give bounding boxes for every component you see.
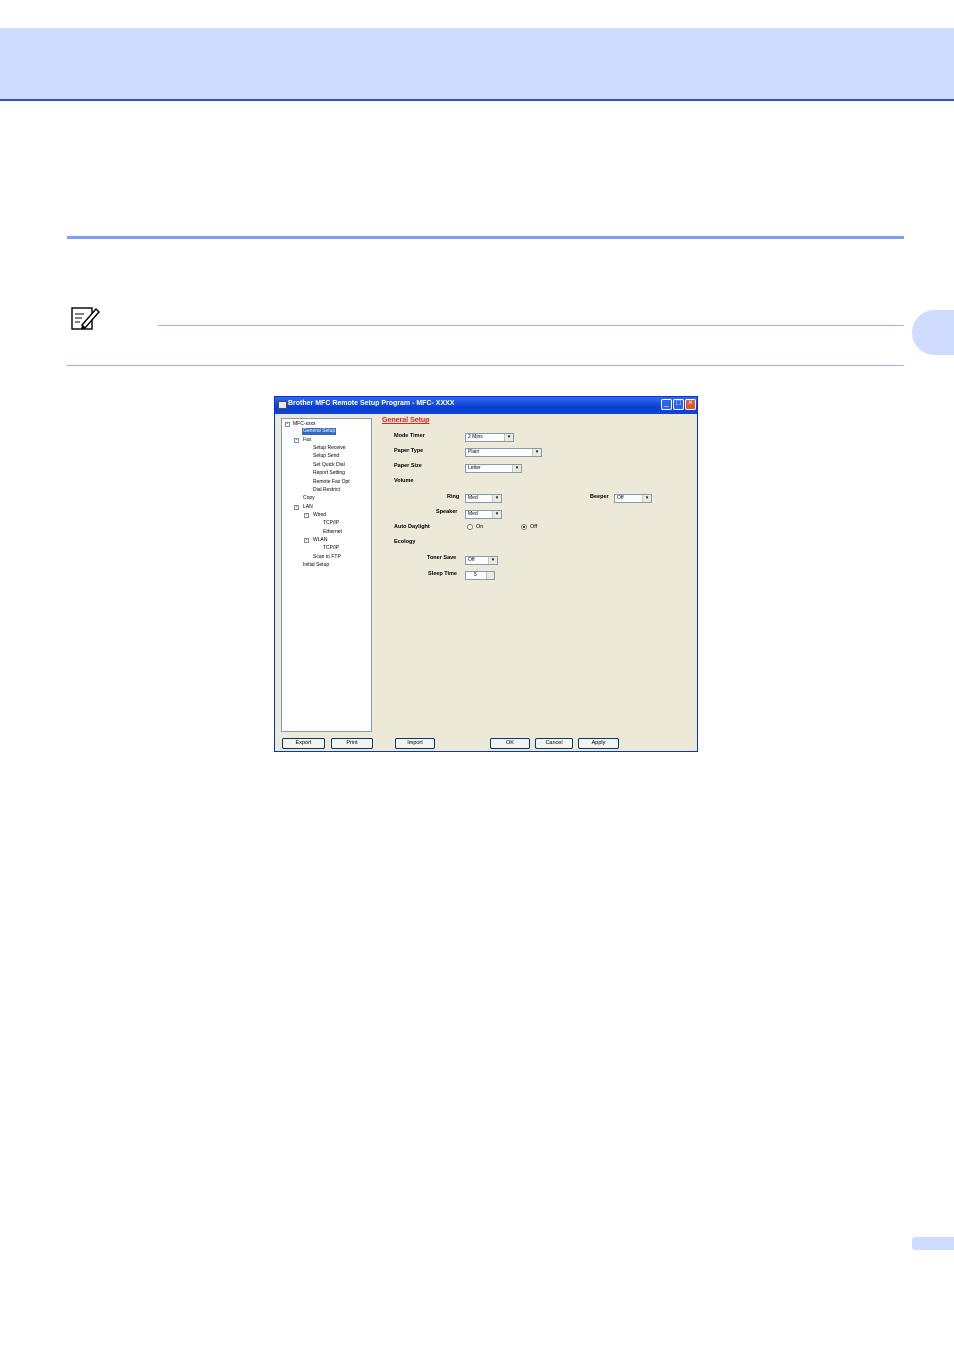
tree-item-copy[interactable]: Copy: [303, 495, 315, 502]
paper-size-label: Paper Size: [394, 463, 422, 469]
beeper-label: Beeper: [590, 494, 609, 500]
paper-type-select[interactable]: Plain ▾: [465, 448, 542, 457]
auto-daylight-label: Auto Daylight: [394, 524, 430, 530]
sleep-time-label: Sleep Time: [428, 571, 457, 577]
auto-daylight-off-radio[interactable]: [521, 524, 527, 530]
tree-item-mfc[interactable]: MFC-xxxx: [293, 421, 316, 428]
ring-volume-value: Med: [468, 495, 478, 501]
speaker-volume-value: Med: [468, 511, 478, 517]
minimize-button[interactable]: _: [661, 398, 672, 410]
tree-item-initial-setup[interactable]: Initial Setup: [303, 562, 329, 569]
toner-save-value: Off: [468, 557, 475, 563]
close-icon: ×: [688, 398, 693, 407]
tree-item-setup-receive[interactable]: Setup Receive: [313, 445, 346, 452]
chapter-tab: [912, 310, 954, 355]
chevron-down-icon: ▾: [488, 557, 497, 564]
toner-save-select[interactable]: Off ▾: [465, 556, 498, 565]
tree-item-set-quick-dial[interactable]: Set Quick Dial: [313, 462, 345, 469]
apply-button[interactable]: Apply: [578, 738, 619, 749]
collapse-icon[interactable]: -: [285, 422, 290, 427]
tree-item-setup-send[interactable]: Setup Send: [313, 453, 339, 460]
chevron-down-icon: ▾: [504, 434, 513, 441]
auto-daylight-on-label: On: [476, 524, 484, 530]
paper-type-label: Paper Type: [394, 448, 424, 454]
mode-timer-select[interactable]: 2 Mins ▾: [465, 433, 514, 442]
beeper-volume-select[interactable]: Off ▾: [614, 494, 652, 503]
speaker-volume-select[interactable]: Med ▾: [465, 510, 502, 519]
mode-timer-label: Mode Timer: [394, 433, 425, 439]
minimize-icon: _: [664, 398, 669, 407]
ecology-label: Ecology: [394, 539, 416, 545]
chevron-down-icon: ▾: [512, 465, 521, 472]
ok-button[interactable]: OK: [490, 738, 530, 749]
paper-size-value: Letter: [468, 465, 481, 471]
speaker-label: Speaker: [436, 509, 458, 515]
chevron-down-icon: ▾: [492, 511, 501, 518]
general-setup-title: General Setup: [382, 417, 430, 424]
settings-tree[interactable]: - MFC-xxxx General Setup - Fax Setup Rec…: [281, 418, 372, 732]
maximize-button[interactable]: □: [673, 398, 684, 410]
tree-item-report-setting[interactable]: Report Setting: [313, 470, 345, 477]
sleep-time-spinner[interactable]: 5: [465, 571, 495, 580]
app-icon: [278, 401, 287, 409]
section-rule: [67, 236, 904, 239]
collapse-icon[interactable]: -: [304, 538, 309, 543]
note-icon: [71, 307, 100, 330]
general-setup-panel: General Setup Mode Timer 2 Mins ▾ Paper …: [373, 414, 697, 732]
maximize-icon: □: [676, 398, 681, 407]
tree-item-wired-tcpip[interactable]: TCP/IP: [323, 520, 339, 527]
mode-timer-value: 2 Mins: [468, 434, 483, 440]
tree-item-lan[interactable]: LAN: [303, 504, 313, 511]
print-button[interactable]: Print: [331, 738, 373, 749]
collapse-icon[interactable]: -: [304, 513, 309, 518]
window-titlebar: Brother MFC Remote Setup Program - MFC- …: [275, 397, 697, 414]
page-number-tab: [912, 1237, 954, 1250]
tree-item-fax[interactable]: Fax: [303, 437, 311, 444]
ring-label: Ring: [447, 494, 460, 500]
tree-item-scan-to-ftp[interactable]: Scan to FTP: [313, 554, 341, 561]
tree-item-ethernet[interactable]: Ethernet: [323, 529, 342, 536]
chevron-down-icon: ▾: [642, 495, 651, 502]
auto-daylight-off-label: Off: [530, 524, 538, 530]
sleep-time-value: 5: [474, 572, 477, 578]
beeper-volume-value: Off: [617, 495, 624, 501]
paper-type-value: Plain: [468, 449, 480, 455]
tree-item-dial-restrict[interactable]: Dial Restrict: [313, 487, 340, 494]
tree-item-general-setup[interactable]: General Setup: [302, 428, 337, 435]
tree-item-remote-fax-opt[interactable]: Remote Fax Opt: [313, 479, 350, 486]
auto-daylight-on-radio[interactable]: [467, 524, 473, 530]
spinner-arrows-icon[interactable]: [486, 572, 494, 579]
page-header-band: [0, 28, 954, 101]
chevron-down-icon: ▾: [492, 495, 501, 502]
paper-size-select[interactable]: Letter ▾: [465, 464, 522, 473]
chevron-down-icon: ▾: [532, 449, 541, 456]
volume-label: Volume: [394, 478, 414, 484]
tree-item-wlan[interactable]: WLAN: [313, 537, 327, 544]
collapse-icon[interactable]: -: [294, 438, 299, 443]
tree-item-wired[interactable]: Wired: [313, 512, 326, 519]
export-button[interactable]: Export: [282, 738, 325, 749]
close-button[interactable]: ×: [685, 398, 696, 410]
cancel-button[interactable]: Cancel: [535, 738, 573, 749]
tree-item-wlan-tcpip[interactable]: TCP/IP: [323, 545, 339, 552]
ring-volume-select[interactable]: Med ▾: [465, 494, 502, 503]
toner-save-label: Toner Save: [427, 555, 457, 561]
remote-setup-window: Brother MFC Remote Setup Program - MFC- …: [274, 396, 698, 752]
import-button[interactable]: Import: [395, 738, 435, 749]
note-bottom-rule: [67, 365, 904, 366]
window-title: Brother MFC Remote Setup Program - MFC- …: [288, 400, 455, 407]
collapse-icon[interactable]: -: [294, 505, 299, 510]
note-top-rule: [158, 325, 904, 326]
